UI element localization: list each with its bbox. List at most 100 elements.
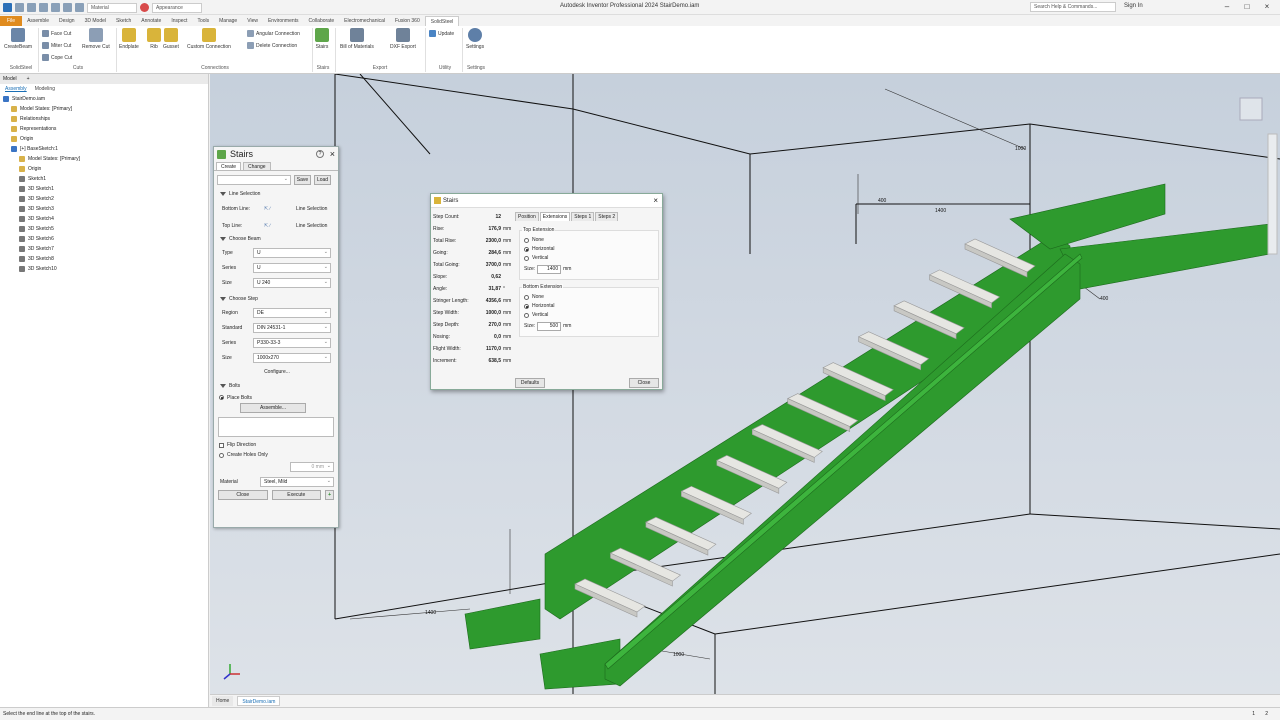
tab-modeling[interactable]: Modeling	[35, 84, 55, 94]
create-beam-button[interactable]: CreateBeam	[4, 28, 32, 50]
create-holes-radio[interactable]	[219, 452, 224, 458]
tree-item[interactable]: [+] BaseSketch:1	[0, 144, 208, 154]
line-selection-section[interactable]: Line Selection	[214, 189, 338, 200]
custom-connection-button[interactable]: Custom Connection	[187, 28, 231, 50]
bottom-size-input[interactable]: 500	[537, 321, 562, 331]
select-cursor-icon[interactable]: ⇱ ∕	[264, 206, 296, 212]
minimize-icon[interactable]: –	[1220, 1, 1234, 13]
ribbon-tab-file[interactable]: File	[0, 15, 23, 26]
tab-stairdemo[interactable]: StairDemo.iam	[237, 696, 281, 706]
close-button[interactable]: Close	[629, 378, 659, 388]
tree-item[interactable]: Origin	[0, 164, 208, 174]
offset-input[interactable]: 0 mm	[290, 462, 334, 472]
beam-series-select[interactable]: U	[253, 262, 331, 273]
face-cut-button[interactable]: Face Cut	[42, 30, 71, 37]
tree-item[interactable]: 3D Sketch8	[0, 254, 208, 264]
tab-change[interactable]: Change	[243, 162, 271, 170]
ribbon-tab-manage[interactable]: Manage	[214, 16, 242, 26]
save-icon[interactable]	[39, 3, 48, 12]
gusset-button[interactable]: Gusset	[163, 28, 179, 50]
top-line-selection[interactable]: Line Selection	[296, 223, 327, 229]
top-vertical-radio[interactable]	[524, 256, 529, 261]
new-icon[interactable]	[15, 3, 24, 12]
bottom-beam[interactable]	[464, 598, 541, 650]
top-horizontal-radio[interactable]	[524, 247, 529, 252]
navigation-bar[interactable]	[1267, 133, 1278, 255]
cope-cut-button[interactable]: Cope Cut	[42, 54, 72, 61]
bottom-line-selection[interactable]: Line Selection	[296, 206, 327, 212]
open-icon[interactable]	[27, 3, 36, 12]
ribbon-tab-annotate[interactable]: Annotate	[136, 16, 166, 26]
tree-item[interactable]: 3D Sketch6	[0, 234, 208, 244]
flip-direction-checkbox[interactable]	[219, 442, 224, 448]
remove-cut-button[interactable]: Remove Cut	[82, 28, 110, 50]
region-select[interactable]: DE	[253, 307, 331, 318]
ribbon-tab-tools[interactable]: Tools	[192, 16, 214, 26]
bottom-none-radio[interactable]	[524, 295, 529, 300]
bottom-horizontal-radio[interactable]	[524, 304, 529, 309]
stairs-button[interactable]: Stairs	[315, 28, 329, 50]
help-icon[interactable]: ?	[316, 150, 324, 158]
ribbon-tab-sketch[interactable]: Sketch	[111, 16, 136, 26]
help-search-input[interactable]: Search Help & Commands...	[1030, 2, 1116, 12]
tree-item[interactable]: Origin	[0, 134, 208, 144]
undo-icon[interactable]	[51, 3, 60, 12]
step-series-select[interactable]: P330-33-3	[253, 337, 331, 348]
stringer-flange[interactable]	[604, 253, 1083, 670]
ribbon-tab-inspect[interactable]: Inspect	[166, 16, 192, 26]
tree-item[interactable]: 3D Sketch1	[0, 184, 208, 194]
tree-item[interactable]: 3D Sketch7	[0, 244, 208, 254]
rib-button[interactable]: Rib	[147, 28, 161, 50]
3d-viewport[interactable]: 1000 400 1400 400 1400 1000	[210, 74, 1280, 694]
load-button[interactable]: Load	[314, 175, 331, 185]
assemble-button[interactable]: Assemble...	[240, 403, 306, 413]
app-menu-icon[interactable]	[3, 3, 12, 12]
ribbon-tab-electromechanical[interactable]: Electromechanical	[339, 16, 390, 26]
ribbon-tab-collaborate[interactable]: Collaborate	[304, 16, 340, 26]
tree-item[interactable]: 3D Sketch4	[0, 214, 208, 224]
angular-connection-button[interactable]: Angular Connection	[247, 30, 300, 37]
browser-add-icon[interactable]: +	[27, 74, 30, 84]
execute-button[interactable]: Execute	[271, 490, 322, 500]
viewcube[interactable]	[1239, 97, 1263, 121]
beam-size-select[interactable]: U 240	[253, 277, 331, 288]
tab-create[interactable]: Create	[216, 162, 242, 170]
update-button[interactable]: Update	[429, 30, 454, 37]
maximize-icon[interactable]: □	[1240, 1, 1254, 13]
ribbon-tab-fusion-360[interactable]: Fusion 360	[390, 16, 425, 26]
tree-item[interactable]: Sketch1	[0, 174, 208, 184]
tree-item[interactable]: 3D Sketch2	[0, 194, 208, 204]
ribbon-tab-solidsteel[interactable]: SolidSteel	[424, 15, 460, 26]
tree-item[interactable]: 3D Sketch10	[0, 264, 208, 274]
bolts-section[interactable]: Bolts	[214, 381, 338, 392]
nav-bar-icon[interactable]	[1267, 133, 1278, 255]
material-select[interactable]: Steel, Mild	[260, 476, 334, 487]
tree-item[interactable]: StairDemo.iam	[0, 94, 208, 104]
standard-select[interactable]: DIN 24531-1	[253, 322, 331, 333]
tree-item[interactable]: 3D Sketch3	[0, 204, 208, 214]
configure-button[interactable]: Configure...	[240, 367, 314, 377]
choose-step-section[interactable]: Choose Step	[214, 294, 338, 305]
close-window-icon[interactable]: ×	[1260, 1, 1274, 13]
bolt-list-box[interactable]	[218, 417, 334, 437]
ribbon-tab-view[interactable]: View	[242, 16, 263, 26]
viewcube-icon[interactable]	[1239, 97, 1263, 121]
defaults-button[interactable]: Defaults	[515, 378, 545, 388]
close-icon[interactable]: ×	[653, 194, 658, 208]
ribbon-tab-environments[interactable]: Environments	[263, 16, 304, 26]
save-button[interactable]: Save	[294, 175, 311, 185]
step-size-select[interactable]: 1000x270	[253, 352, 331, 363]
miter-cut-button[interactable]: Miter Cut	[42, 42, 71, 49]
top-none-radio[interactable]	[524, 238, 529, 243]
settings-button[interactable]: Settings	[466, 28, 484, 50]
dxf-export-button[interactable]: DXF Export	[390, 28, 416, 50]
beam-type-select[interactable]: U	[253, 247, 331, 258]
tab-extensions[interactable]: Extensions	[539, 212, 571, 221]
preset-select[interactable]	[217, 175, 291, 185]
tab-steps-1[interactable]: Steps 1	[571, 212, 595, 221]
home-icon[interactable]	[75, 3, 84, 12]
endplate-button[interactable]: Endplate	[119, 28, 139, 50]
bill-of-materials-button[interactable]: Bill of Materials	[340, 28, 374, 50]
add-icon[interactable]: +	[325, 490, 334, 500]
close-icon[interactable]: ×	[330, 147, 335, 162]
